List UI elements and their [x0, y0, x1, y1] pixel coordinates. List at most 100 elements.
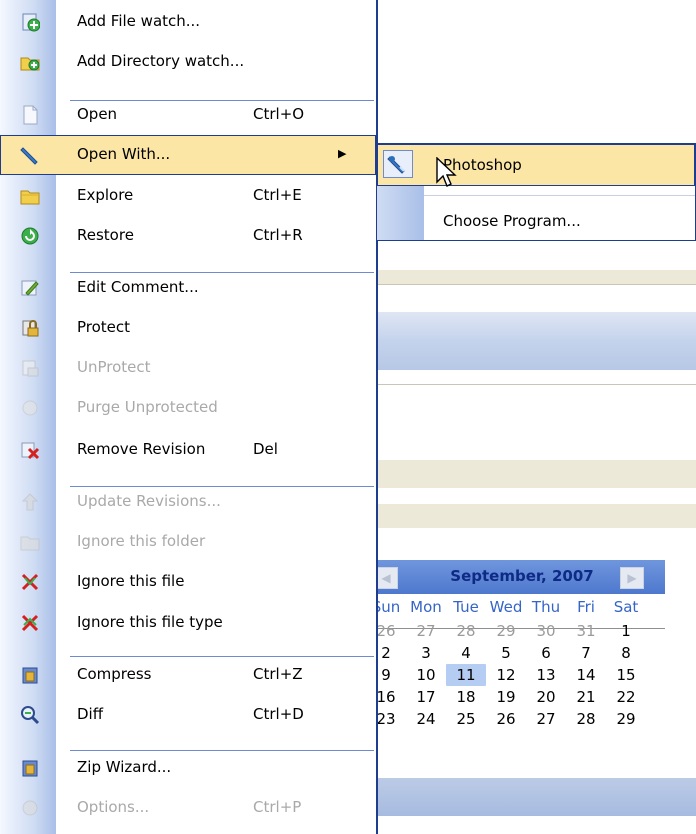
menu-item-compress[interactable]: Compress Ctrl+Z [0, 655, 376, 695]
calendar-footer [378, 778, 696, 816]
menu-item-ignore-this-file-type[interactable]: Ignore this file type [0, 603, 376, 643]
calendar-day[interactable]: 19 [486, 686, 526, 708]
menu-item-add-file-watch[interactable]: Add File watch... [0, 2, 376, 42]
calendar-day[interactable]: 12 [486, 664, 526, 686]
bg-divider [378, 384, 696, 385]
menu-item-protect[interactable]: Protect [0, 308, 376, 348]
mouse-cursor-icon [436, 156, 458, 195]
calendar-title: September, 2007 [450, 567, 594, 585]
submenu-divider [424, 195, 695, 196]
calendar-day[interactable]: 29 [606, 708, 646, 730]
menu-item-label: Restore [77, 226, 134, 244]
ignore-file-icon [20, 572, 40, 592]
ignore-file-type-icon [20, 613, 40, 633]
menu-item-shortcut: Del [253, 440, 278, 458]
menu-item-add-directory-watch[interactable]: Add Directory watch... [0, 42, 376, 82]
weekday-label: Mon [410, 598, 442, 616]
context-menu: Add File watch... Add Directory watch... O… [0, 0, 378, 834]
weekday-label: Tue [453, 598, 479, 616]
calendar-day[interactable]: 20 [526, 686, 566, 708]
compress-icon [20, 665, 40, 685]
submenu-item-photoshop[interactable]: Photoshop [377, 144, 695, 186]
restore-icon [20, 226, 40, 246]
add-directory-icon [20, 52, 40, 72]
calendar-day[interactable]: 22 [606, 686, 646, 708]
submenu-item-choose-program[interactable]: Choose Program... [377, 200, 695, 242]
calendar-day[interactable]: 27 [526, 708, 566, 730]
diff-icon [20, 705, 40, 725]
menu-item-shortcut: Ctrl+P [253, 798, 302, 816]
menu-item-diff[interactable]: Diff Ctrl+D [0, 695, 376, 735]
calendar-day[interactable]: 17 [406, 686, 446, 708]
menu-item-open-with[interactable]: Open With... ▶ [0, 135, 376, 175]
calendar-day[interactable]: 25 [446, 708, 486, 730]
menu-item-shortcut: Ctrl+D [253, 705, 304, 723]
calendar-day[interactable]: 28 [566, 708, 606, 730]
options-icon [20, 798, 40, 818]
menu-item-shortcut: Ctrl+R [253, 226, 303, 244]
calendar-day[interactable]: 24 [406, 708, 446, 730]
calendar-day[interactable]: 7 [566, 642, 606, 664]
menu-item-shortcut: Ctrl+Z [253, 665, 303, 683]
calendar-day[interactable]: 11 [446, 664, 486, 686]
ignore-folder-icon [20, 532, 40, 552]
menu-item-purge-unprotected[interactable]: Purge Unprotected [0, 388, 376, 428]
bg-header-band [378, 312, 696, 370]
calendar-day[interactable]: 8 [606, 642, 646, 664]
calendar-day[interactable]: 4 [446, 642, 486, 664]
chevron-right-icon[interactable]: ▶ [620, 567, 644, 589]
menu-item-unprotect[interactable]: UnProtect [0, 348, 376, 388]
menu-item-label: Zip Wizard... [77, 758, 172, 776]
calendar-day[interactable]: 31 [566, 620, 606, 642]
calendar-day[interactable]: 18 [446, 686, 486, 708]
menu-item-label: Options... [77, 798, 150, 816]
menu-item-label: Add Directory watch... [77, 52, 245, 70]
menu-item-open[interactable]: Open Ctrl+O [0, 95, 376, 135]
menu-item-remove-revision[interactable]: Remove Revision Del [0, 430, 376, 470]
calendar-day[interactable]: 3 [406, 642, 446, 664]
menu-item-edit-comment[interactable]: Edit Comment... [0, 268, 376, 308]
bg-divider [378, 284, 696, 285]
menu-item-shortcut: Ctrl+E [253, 186, 302, 204]
menu-item-label: Compress [77, 665, 152, 683]
calendar-day[interactable]: 21 [566, 686, 606, 708]
menu-item-ignore-this-file[interactable]: Ignore this file [0, 562, 376, 602]
calendar-day[interactable]: 5 [486, 642, 526, 664]
menu-item-label: Purge Unprotected [77, 398, 218, 416]
calendar-header: ◀ September, 2007 ▶ [374, 560, 665, 594]
menu-item-restore[interactable]: Restore Ctrl+R [0, 216, 376, 256]
calendar-day[interactable]: 14 [566, 664, 606, 686]
calendar-day[interactable]: 10 [406, 664, 446, 686]
calendar-week-row: 23 24 25 26 27 28 29 [366, 708, 646, 730]
calendar-day[interactable]: 15 [606, 664, 646, 686]
add-file-icon [20, 12, 41, 32]
calendar-day[interactable]: 6 [526, 642, 566, 664]
protect-icon [20, 318, 40, 338]
calendar-day[interactable]: 13 [526, 664, 566, 686]
menu-item-label: Open [77, 105, 118, 123]
menu-item-label: Ignore this file type [77, 613, 223, 631]
calendar-day[interactable]: 26 [486, 708, 526, 730]
menu-item-update-revisions[interactable]: Update Revisions... [0, 482, 376, 522]
calendar-day[interactable]: 1 [606, 620, 646, 642]
menu-item-label: Update Revisions... [77, 492, 221, 510]
submenu-arrow-icon: ▶ [338, 147, 347, 160]
menu-item-label: Remove Revision [77, 440, 206, 458]
menu-item-options[interactable]: Options... Ctrl+P [0, 788, 376, 828]
unprotect-icon [20, 358, 40, 378]
calendar-week-row: 9 10 11 12 13 14 15 [366, 664, 646, 686]
menu-item-label: Edit Comment... [77, 278, 199, 296]
menu-item-label: Explore [77, 186, 134, 204]
menu-item-label: UnProtect [77, 358, 151, 376]
calendar-day[interactable]: 28 [446, 620, 486, 642]
menu-item-ignore-this-folder[interactable]: Ignore this folder [0, 522, 376, 562]
calendar-day[interactable]: 30 [526, 620, 566, 642]
menu-item-explore[interactable]: Explore Ctrl+E [0, 176, 376, 216]
calendar-day[interactable]: 29 [486, 620, 526, 642]
photoshop-icon [383, 150, 413, 178]
calendar-day[interactable]: 27 [406, 620, 446, 642]
menu-item-zip-wizard[interactable]: Zip Wizard... [0, 748, 376, 788]
document-icon [20, 105, 40, 125]
weekday-label: Fri [577, 598, 595, 616]
weekday-label: Thu [531, 598, 561, 616]
